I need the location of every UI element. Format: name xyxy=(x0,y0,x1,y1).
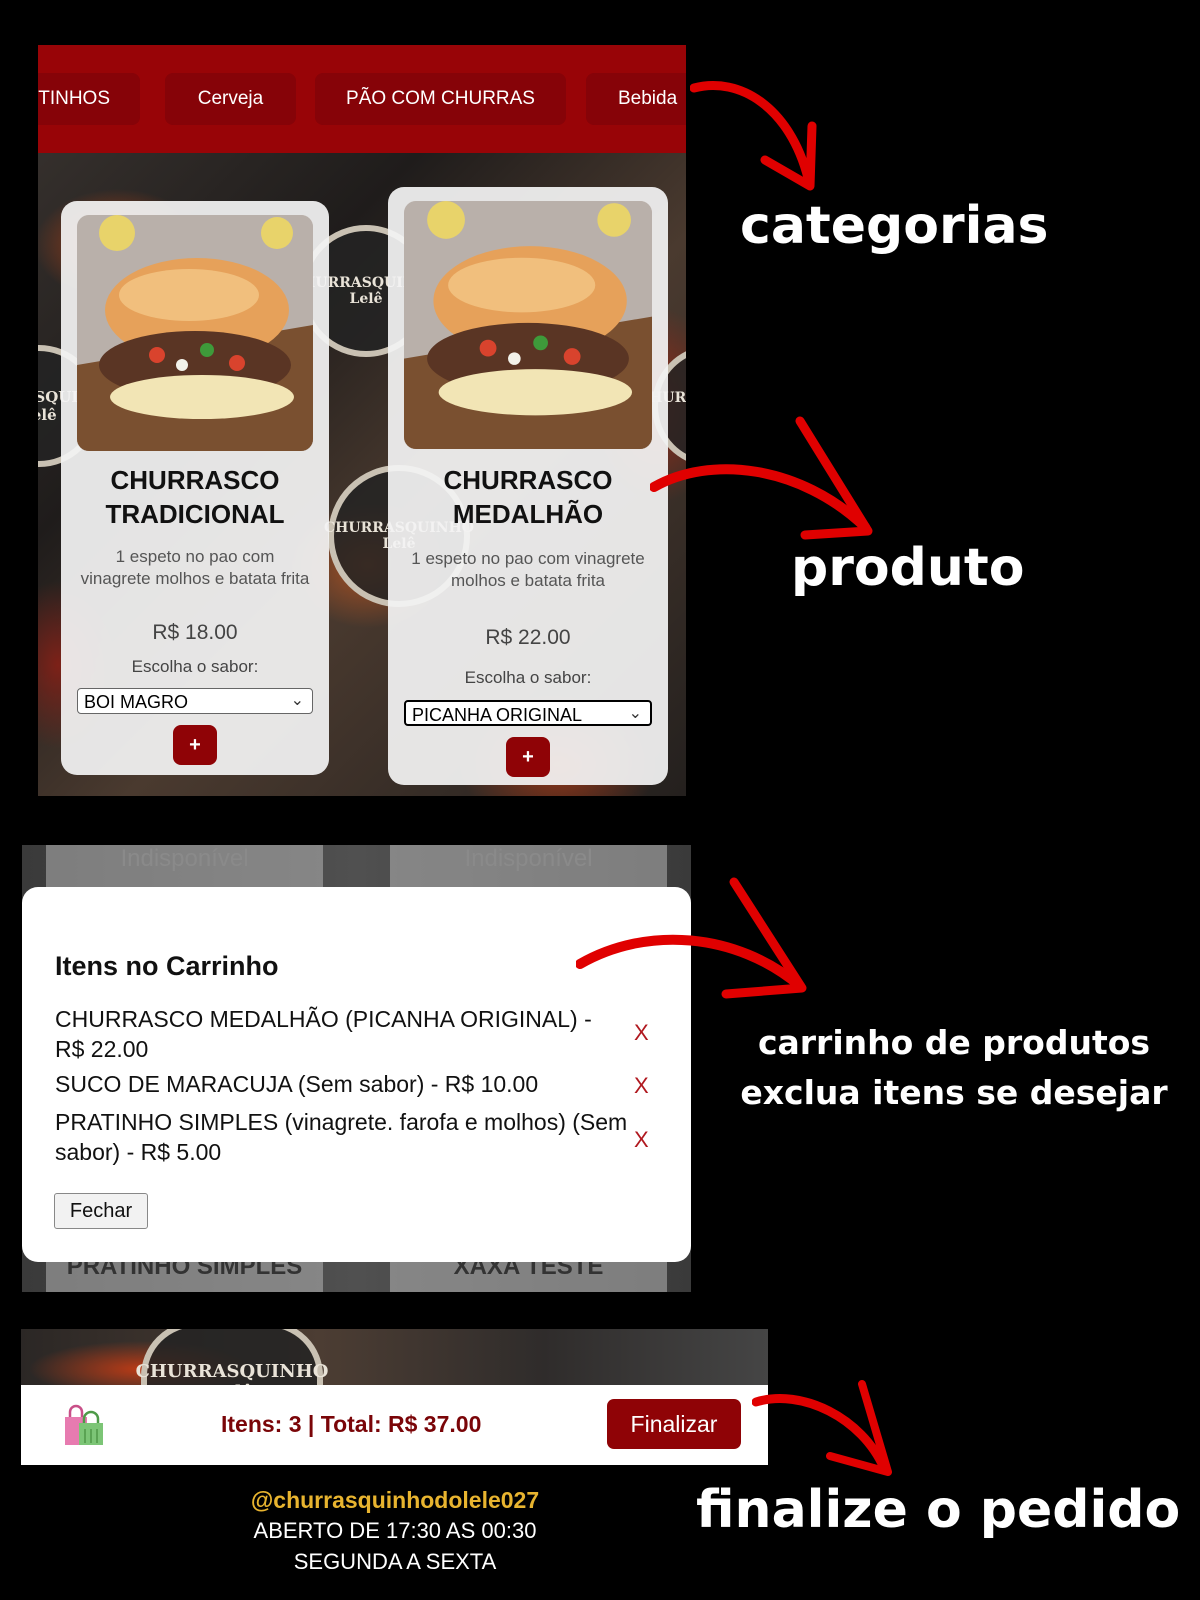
menu-screenshot: CHURRASQUINHO Lelê CHURRASQUINHO Lelê CH… xyxy=(38,45,686,796)
chevron-down-icon: ⌄ xyxy=(628,705,642,722)
arrow-to-categories-icon xyxy=(690,81,817,191)
unavailable-label: Indisponível xyxy=(464,845,593,872)
category-label: PÃO COM CHURRAS xyxy=(346,88,535,109)
add-to-cart-button[interactable]: + xyxy=(173,725,217,765)
arrow-to-product-icon xyxy=(650,416,873,540)
product-price: R$ 18.00 xyxy=(152,621,238,644)
product-title: CHURRASCO TRADICIONAL xyxy=(105,465,285,529)
chevron-down-icon: ⌄ xyxy=(290,692,304,709)
arrow-to-cart-icon xyxy=(576,877,807,999)
instagram-handle[interactable]: @churrasquinhodolele027 xyxy=(190,1487,600,1514)
cart-title: Itens no Carrinho xyxy=(55,951,279,981)
product-card: CHURRASCO MEDALHÃO 1 espeto no pao com v… xyxy=(388,187,668,785)
flavor-select-value: PICANHA ORIGINAL xyxy=(412,705,583,725)
flavor-label: Escolha o sabor: xyxy=(131,657,259,676)
product-image xyxy=(77,215,313,451)
finish-order-button[interactable]: Finalizar xyxy=(607,1399,741,1449)
unavailable-label: Indisponível xyxy=(120,845,249,872)
remove-item-button[interactable]: X xyxy=(634,1020,649,1046)
opening-hours: ABERTO DE 17:30 AS 00:30 xyxy=(253,1518,537,1543)
annotation-finalize: finalize o pedido xyxy=(696,1480,1181,1540)
sandwich-illustration xyxy=(77,215,313,451)
product-title: CHURRASCO MEDALHÃO xyxy=(443,465,613,529)
category-nav[interactable]: TINHOS Cerveja PÃO COM CHURRAS Bebida xyxy=(38,45,686,153)
category-tab-pao-com-churras[interactable]: PÃO COM CHURRAS xyxy=(315,73,566,125)
category-tab-bebidas[interactable]: Bebida xyxy=(586,73,686,125)
remove-item-button[interactable]: X xyxy=(634,1073,649,1099)
flavor-label: Escolha o sabor: xyxy=(464,668,592,687)
checkout-screenshot: CHURRASQUINHO Lelê Itens: 3 | Total: R$ … xyxy=(21,1329,768,1465)
add-button-label: + xyxy=(189,733,201,756)
arrow-to-finalize-icon xyxy=(752,1380,892,1476)
product-image xyxy=(404,201,652,449)
category-tab-cerveja[interactable]: Cerveja xyxy=(165,73,296,125)
product-description: 1 espeto no pao com vinagrete molhos e b… xyxy=(80,547,310,588)
shopping-bag-icon[interactable] xyxy=(59,1403,107,1447)
product-description: 1 espeto no pao com vinagrete molhos e b… xyxy=(411,549,645,590)
add-to-cart-button[interactable]: + xyxy=(506,737,550,777)
opening-days: SEGUNDA A SEXTA xyxy=(293,1549,497,1574)
sandwich-illustration xyxy=(404,201,652,449)
flavor-select[interactable]: BOI MAGRO ⌄ xyxy=(77,688,313,714)
category-tab-espetinhos[interactable]: TINHOS xyxy=(38,73,140,125)
cart-item: SUCO DE MARACUJA (Sem sabor) - R$ 10.00 xyxy=(55,1071,539,1097)
grill-background xyxy=(21,1329,768,1389)
cart-summary-bar: Itens: 3 | Total: R$ 37.00 Finalizar xyxy=(21,1385,768,1465)
remove-item-button[interactable]: X xyxy=(634,1127,649,1153)
category-label: Bebida xyxy=(618,88,678,109)
annotation-produto: produto xyxy=(791,538,1025,598)
annotation-categorias: categorias xyxy=(740,196,1049,256)
flavor-select-value: BOI MAGRO xyxy=(84,692,189,712)
cart-item: PRATINHO SIMPLES (vinagrete. farofa e mo… xyxy=(55,1109,628,1165)
product-price: R$ 22.00 xyxy=(485,626,571,649)
cart-item: CHURRASCO MEDALHÃO (PICANHA ORIGINAL) - … xyxy=(55,1006,592,1062)
add-button-label: + xyxy=(522,745,534,768)
annotation-carrinho: carrinho de produtos exclua itens se des… xyxy=(740,1023,1168,1112)
cart-summary-text: Itens: 3 | Total: R$ 37.00 xyxy=(221,1411,482,1437)
finish-button-label: Finalizar xyxy=(630,1410,718,1437)
flavor-select[interactable]: PICANHA ORIGINAL ⌄ xyxy=(404,700,652,726)
close-button-label: Fechar xyxy=(69,1199,133,1222)
category-label: Cerveja xyxy=(197,88,264,109)
close-cart-button[interactable]: Fechar xyxy=(54,1193,148,1229)
category-label: TINHOS xyxy=(38,88,110,109)
product-card: CHURRASCO TRADICIONAL 1 espeto no pao co… xyxy=(61,201,329,775)
